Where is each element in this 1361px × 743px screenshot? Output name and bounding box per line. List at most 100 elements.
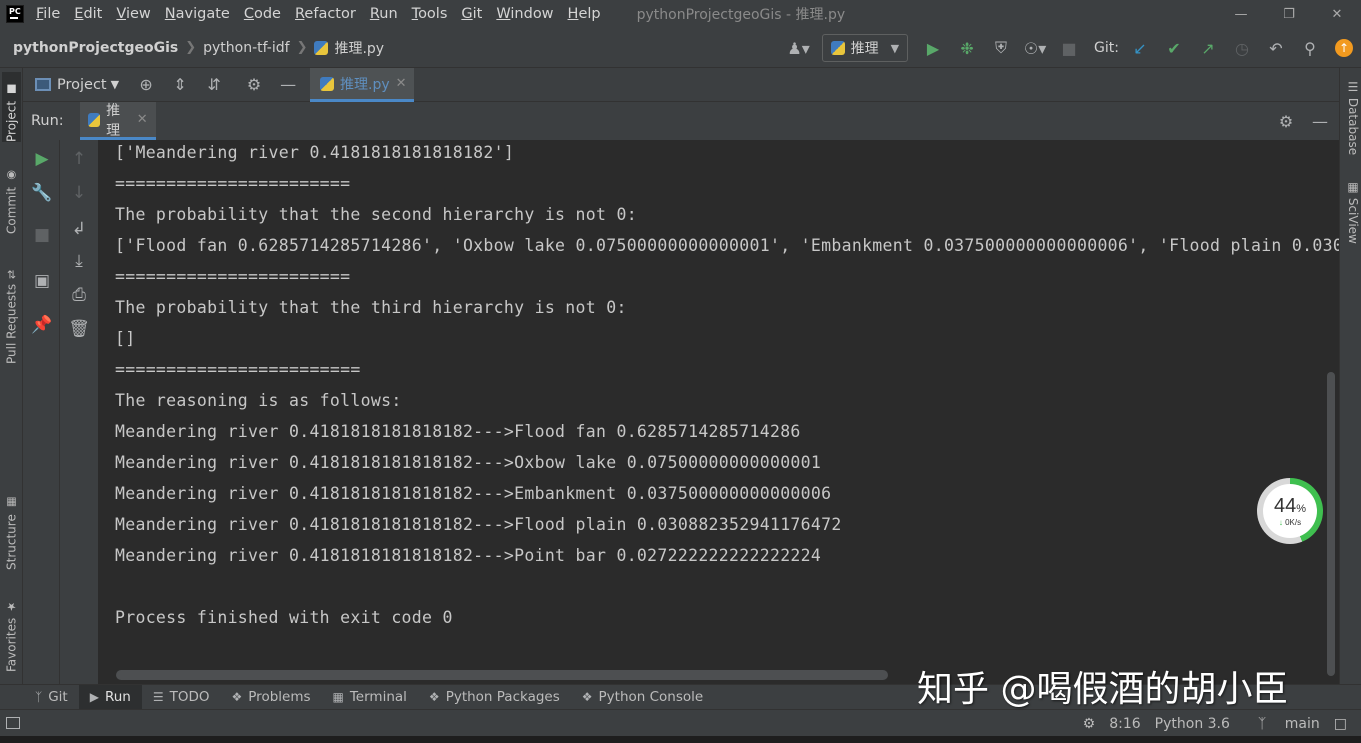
run-tab-label: 推理 xyxy=(106,102,121,139)
tool-tab-sciview[interactable]: ▦ SciView xyxy=(1343,180,1360,244)
status-right: ⚙ 8:16 Python 3.6 ᛉ main □ xyxy=(1069,710,1347,737)
run-icon[interactable]: ▶ xyxy=(920,35,946,61)
tool-tab-project[interactable]: Project ■ xyxy=(2,72,21,142)
breadcrumb-project[interactable]: pythonProjectgeoGis xyxy=(13,40,178,56)
terminal-icon: ▦ xyxy=(332,690,344,704)
gear-icon[interactable]: ⚙ xyxy=(1273,108,1299,134)
arrow-down-icon: ↓ xyxy=(1278,518,1283,527)
packages-icon: ❖ xyxy=(428,690,440,704)
profile-icon[interactable]: ☉▾ xyxy=(1022,35,1048,61)
breadcrumb-file-label: 推理.py xyxy=(334,40,385,57)
user-icon[interactable]: ♟▾ xyxy=(786,35,812,61)
rerun-icon[interactable]: ▶ xyxy=(29,146,55,172)
coverage-icon[interactable]: ⛨ xyxy=(988,35,1014,61)
menu-edit[interactable]: Edit xyxy=(74,6,102,22)
locate-icon[interactable]: ⊕ xyxy=(133,72,159,98)
editor-tab-file[interactable]: 推理.py ✕ xyxy=(310,68,414,102)
close-icon[interactable]: ✕ xyxy=(396,76,407,91)
caret-position[interactable]: 8:16 xyxy=(1109,716,1140,732)
menu-run[interactable]: Run xyxy=(370,6,398,22)
breadcrumb-file[interactable]: 推理.py xyxy=(314,38,384,58)
bottom-tab-terminal[interactable]: ▦ Terminal xyxy=(322,685,418,710)
menu-navigate[interactable]: Navigate xyxy=(165,6,230,22)
pin-icon[interactable]: 📌 xyxy=(29,312,55,338)
search-icon[interactable]: ⚲ xyxy=(1297,35,1323,61)
close-icon[interactable]: ✕ xyxy=(1313,0,1361,28)
lock-icon[interactable]: □ xyxy=(1334,716,1347,732)
tool-tab-favorites[interactable]: Favorites ★ xyxy=(2,592,21,672)
gear-icon[interactable]: ⚙ xyxy=(1083,716,1096,732)
menu-tools[interactable]: Tools xyxy=(412,6,448,22)
close-icon[interactable]: ✕ xyxy=(137,112,148,127)
tool-tab-pull-requests-label: Pull Requests xyxy=(4,283,19,364)
git-commit-icon[interactable]: ✔ xyxy=(1161,35,1187,61)
network-monitor-widget[interactable]: 44% ↓ 0K/s xyxy=(1257,478,1323,544)
menu-git[interactable]: Git xyxy=(461,6,482,22)
menu-view[interactable]: View xyxy=(116,6,150,22)
run-configuration-select[interactable]: 推理 ▼ xyxy=(821,34,909,62)
git-branch[interactable]: ᛉ main xyxy=(1244,716,1320,732)
navigation-bar: pythonProjectgeoGis ❯ python-tf-idf ❯ 推理… xyxy=(0,28,1361,68)
tool-tab-commit[interactable]: Commit ◉ xyxy=(2,164,21,234)
python-file-icon xyxy=(320,76,334,91)
chevron-right-icon: ❯ xyxy=(296,40,308,55)
tool-windows-icon[interactable] xyxy=(6,717,20,729)
window-controls: — ❐ ✕ xyxy=(1217,0,1361,28)
git-update-icon[interactable]: ↙ xyxy=(1127,35,1153,61)
run-tab[interactable]: 推理 ✕ xyxy=(79,102,156,140)
menu-refactor[interactable]: Refactor xyxy=(295,6,356,22)
project-window-icon xyxy=(35,78,51,91)
menu-help[interactable]: Help xyxy=(568,6,601,22)
bottom-tab-python-console[interactable]: ❖ Python Console xyxy=(571,685,714,710)
vertical-scrollbar[interactable] xyxy=(1327,372,1335,676)
project-view-dropdown[interactable]: Project ▼ xyxy=(35,77,119,93)
bottom-tab-python-packages[interactable]: ❖ Python Packages xyxy=(418,685,571,710)
restore-icon[interactable]: ❐ xyxy=(1265,0,1313,28)
network-speed-value: 0K/s xyxy=(1285,518,1302,527)
bottom-tab-problems[interactable]: ❖ Problems xyxy=(221,685,322,710)
rollback-icon[interactable]: ↶ xyxy=(1263,35,1289,61)
bottom-tab-git[interactable]: ᛉ Git xyxy=(24,685,79,710)
bottom-tab-terminal-label: Terminal xyxy=(349,689,407,705)
git-push-icon[interactable]: ↗ xyxy=(1195,35,1221,61)
horizontal-scrollbar[interactable] xyxy=(116,670,888,680)
console-output[interactable]: ['Meandering river 0.4181818181818182'] … xyxy=(98,140,1339,684)
updates-icon[interactable]: ↑ xyxy=(1331,35,1357,61)
stop-icon[interactable]: ■ xyxy=(29,222,55,248)
menu-file[interactable]: File xyxy=(36,6,60,22)
breadcrumb-folder[interactable]: python-tf-idf xyxy=(203,40,289,56)
stop-icon[interactable]: ■ xyxy=(1056,35,1082,61)
gear-icon[interactable]: ⚙ xyxy=(241,72,267,98)
tool-tab-commit-label: Commit xyxy=(4,186,19,234)
history-icon[interactable]: ◷ xyxy=(1229,35,1255,61)
menu-code[interactable]: Code xyxy=(244,6,281,22)
scroll-to-end-icon[interactable]: ⤓ xyxy=(66,248,92,274)
soft-wrap-icon[interactable]: ↲ xyxy=(66,216,92,242)
tool-tab-structure[interactable]: Structure ▦ xyxy=(2,488,21,570)
print-icon[interactable]: ⎙ xyxy=(66,282,92,308)
bottom-tab-run[interactable]: ▶ Run xyxy=(78,684,142,710)
debug-icon[interactable]: ❉ xyxy=(954,35,980,61)
bottom-tab-todo[interactable]: ☰ TODO xyxy=(142,685,221,710)
bottom-tab-git-label: Git xyxy=(48,689,68,705)
arrow-down-icon[interactable]: ↓ xyxy=(66,180,92,206)
python-file-icon xyxy=(314,40,329,55)
minimize-icon[interactable]: — xyxy=(1217,0,1265,28)
menu-window[interactable]: Window xyxy=(496,6,553,22)
hide-icon[interactable]: — xyxy=(275,72,301,98)
layout-icon[interactable]: ▣ xyxy=(29,268,55,294)
tool-tab-pull-requests[interactable]: Pull Requests ⇄ xyxy=(2,258,21,364)
run-configuration-label: 推理 xyxy=(850,41,879,57)
tool-tab-database-label: Database xyxy=(1346,97,1360,156)
wrench-icon[interactable]: 🔧 xyxy=(29,180,55,206)
arrow-up-icon[interactable]: ↑ xyxy=(66,146,92,172)
bottom-tab-todo-label: TODO xyxy=(169,689,210,705)
python-icon xyxy=(830,41,845,55)
interpreter-select[interactable]: Python 3.6 xyxy=(1155,716,1230,732)
tool-tab-database[interactable]: ☰ Database xyxy=(1343,80,1360,155)
collapse-all-icon[interactable]: ⇵ xyxy=(201,72,227,98)
trash-icon[interactable]: 🗑 xyxy=(66,316,92,342)
console-line: Process finished with exit code 0 xyxy=(115,608,453,627)
expand-all-icon[interactable]: ⇕ xyxy=(167,72,193,98)
hide-icon[interactable]: — xyxy=(1307,108,1333,134)
